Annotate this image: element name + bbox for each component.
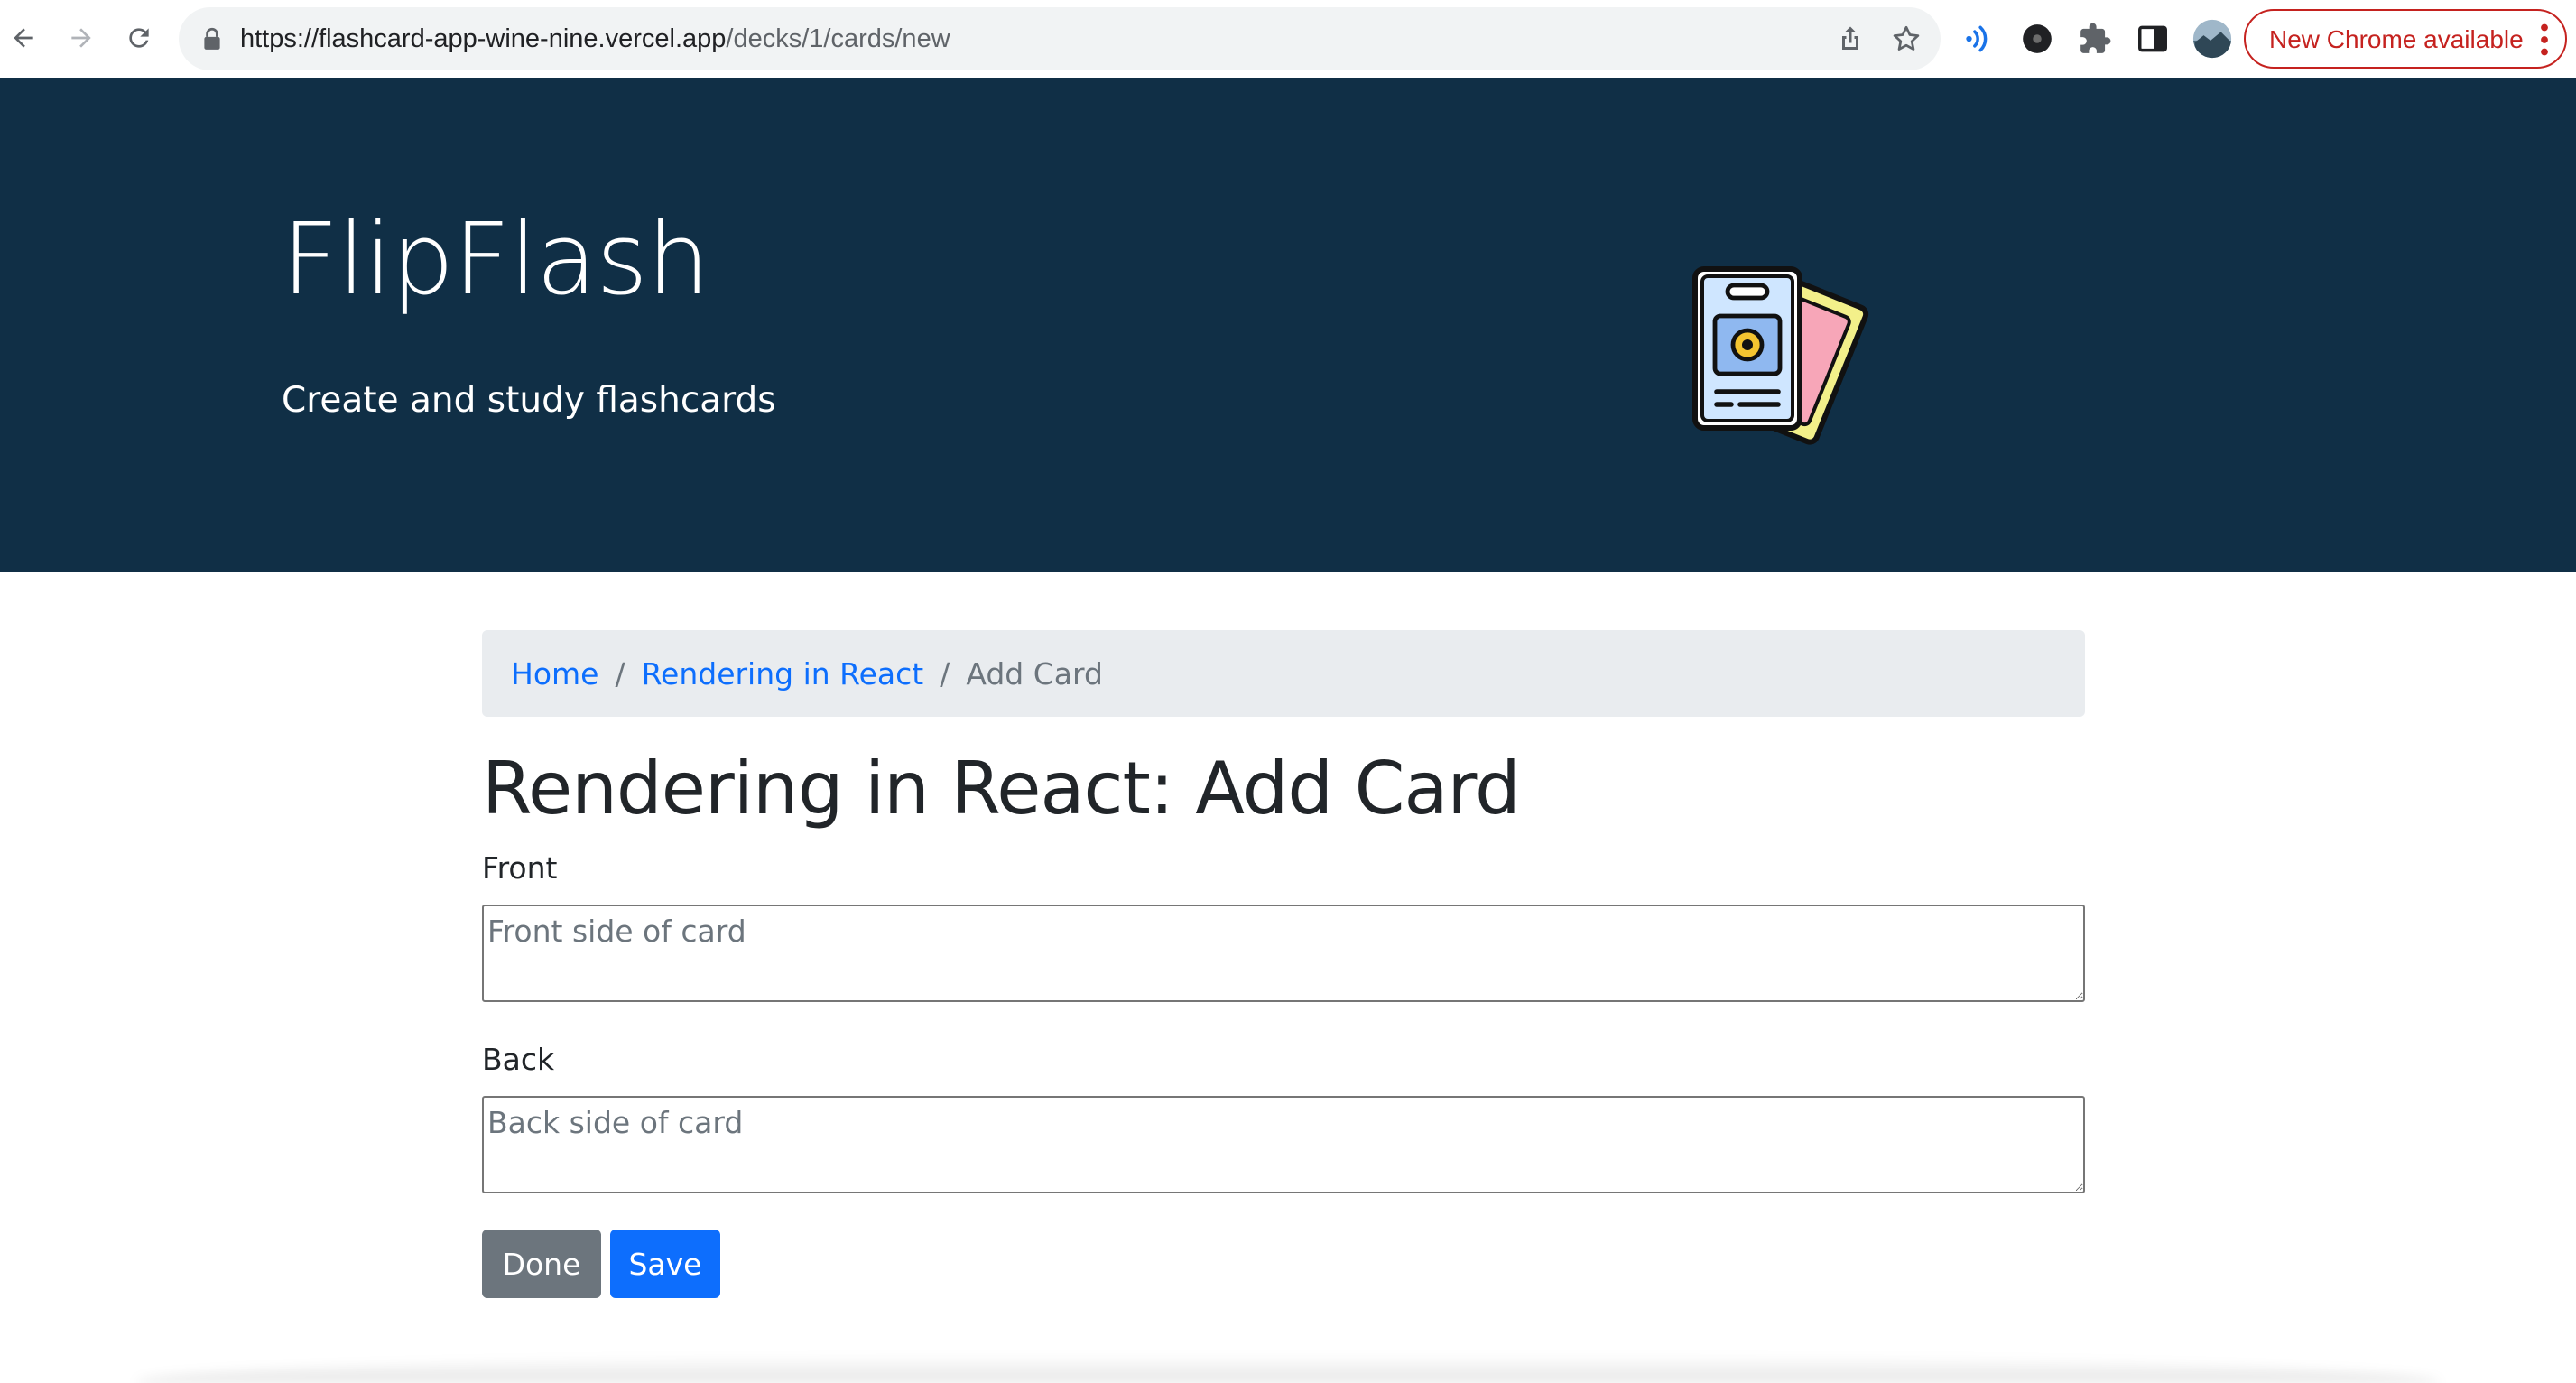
page-bottom-shadow [135,1354,2441,1383]
url-host: https://flashcard-app-wine-nine.vercel.a… [240,24,727,53]
breadcrumb-deck-link[interactable]: Rendering in React [642,656,924,692]
profile-avatar-icon[interactable] [2191,18,2233,60]
breadcrumb: Home / Rendering in React / Add Card [482,630,2085,717]
url-path: /decks/1/cards/new [726,24,950,53]
brand-tagline: Create and study flashcards [282,380,776,421]
site-header: FlipFlash Create and study flashcards [0,78,2576,572]
back-label: Back [482,1042,555,1077]
media-cast-icon[interactable] [1960,22,1995,56]
browser-toolbar: https://flashcard-app-wine-nine.vercel.a… [0,0,2576,78]
back-arrow-icon[interactable] [4,18,43,58]
breadcrumb-current: Add Card [966,655,1103,692]
back-textarea[interactable] [482,1096,2085,1193]
chrome-update-label: New Chrome available [2269,25,2524,53]
page-title: Rendering in React: Add Card [482,747,1521,831]
brand-title: FlipFlash [282,201,709,317]
flashcards-logo-icon [1692,266,1869,445]
breadcrumb-separator: / [940,655,950,692]
save-button[interactable]: Save [610,1230,720,1298]
address-bar[interactable]: https://flashcard-app-wine-nine.vercel.a… [179,7,1941,70]
url-text[interactable]: https://flashcard-app-wine-nine.vercel.a… [240,23,950,54]
more-vertical-icon [2541,23,2548,56]
extension-badge-icon[interactable] [2020,22,2054,56]
star-icon[interactable] [1890,23,1923,55]
reload-icon[interactable] [119,18,159,58]
puzzle-icon[interactable] [2078,22,2112,56]
breadcrumb-separator: / [615,655,625,692]
forward-arrow-icon[interactable] [61,18,101,58]
side-panel-icon[interactable] [2136,22,2170,56]
breadcrumb-home-link[interactable]: Home [511,656,598,692]
front-label: Front [482,850,558,886]
chrome-update-button[interactable]: New Chrome available [2244,9,2567,69]
lock-icon[interactable] [200,26,224,51]
done-button[interactable]: Done [482,1230,601,1298]
front-textarea[interactable] [482,905,2085,1002]
share-icon[interactable] [1834,23,1867,55]
